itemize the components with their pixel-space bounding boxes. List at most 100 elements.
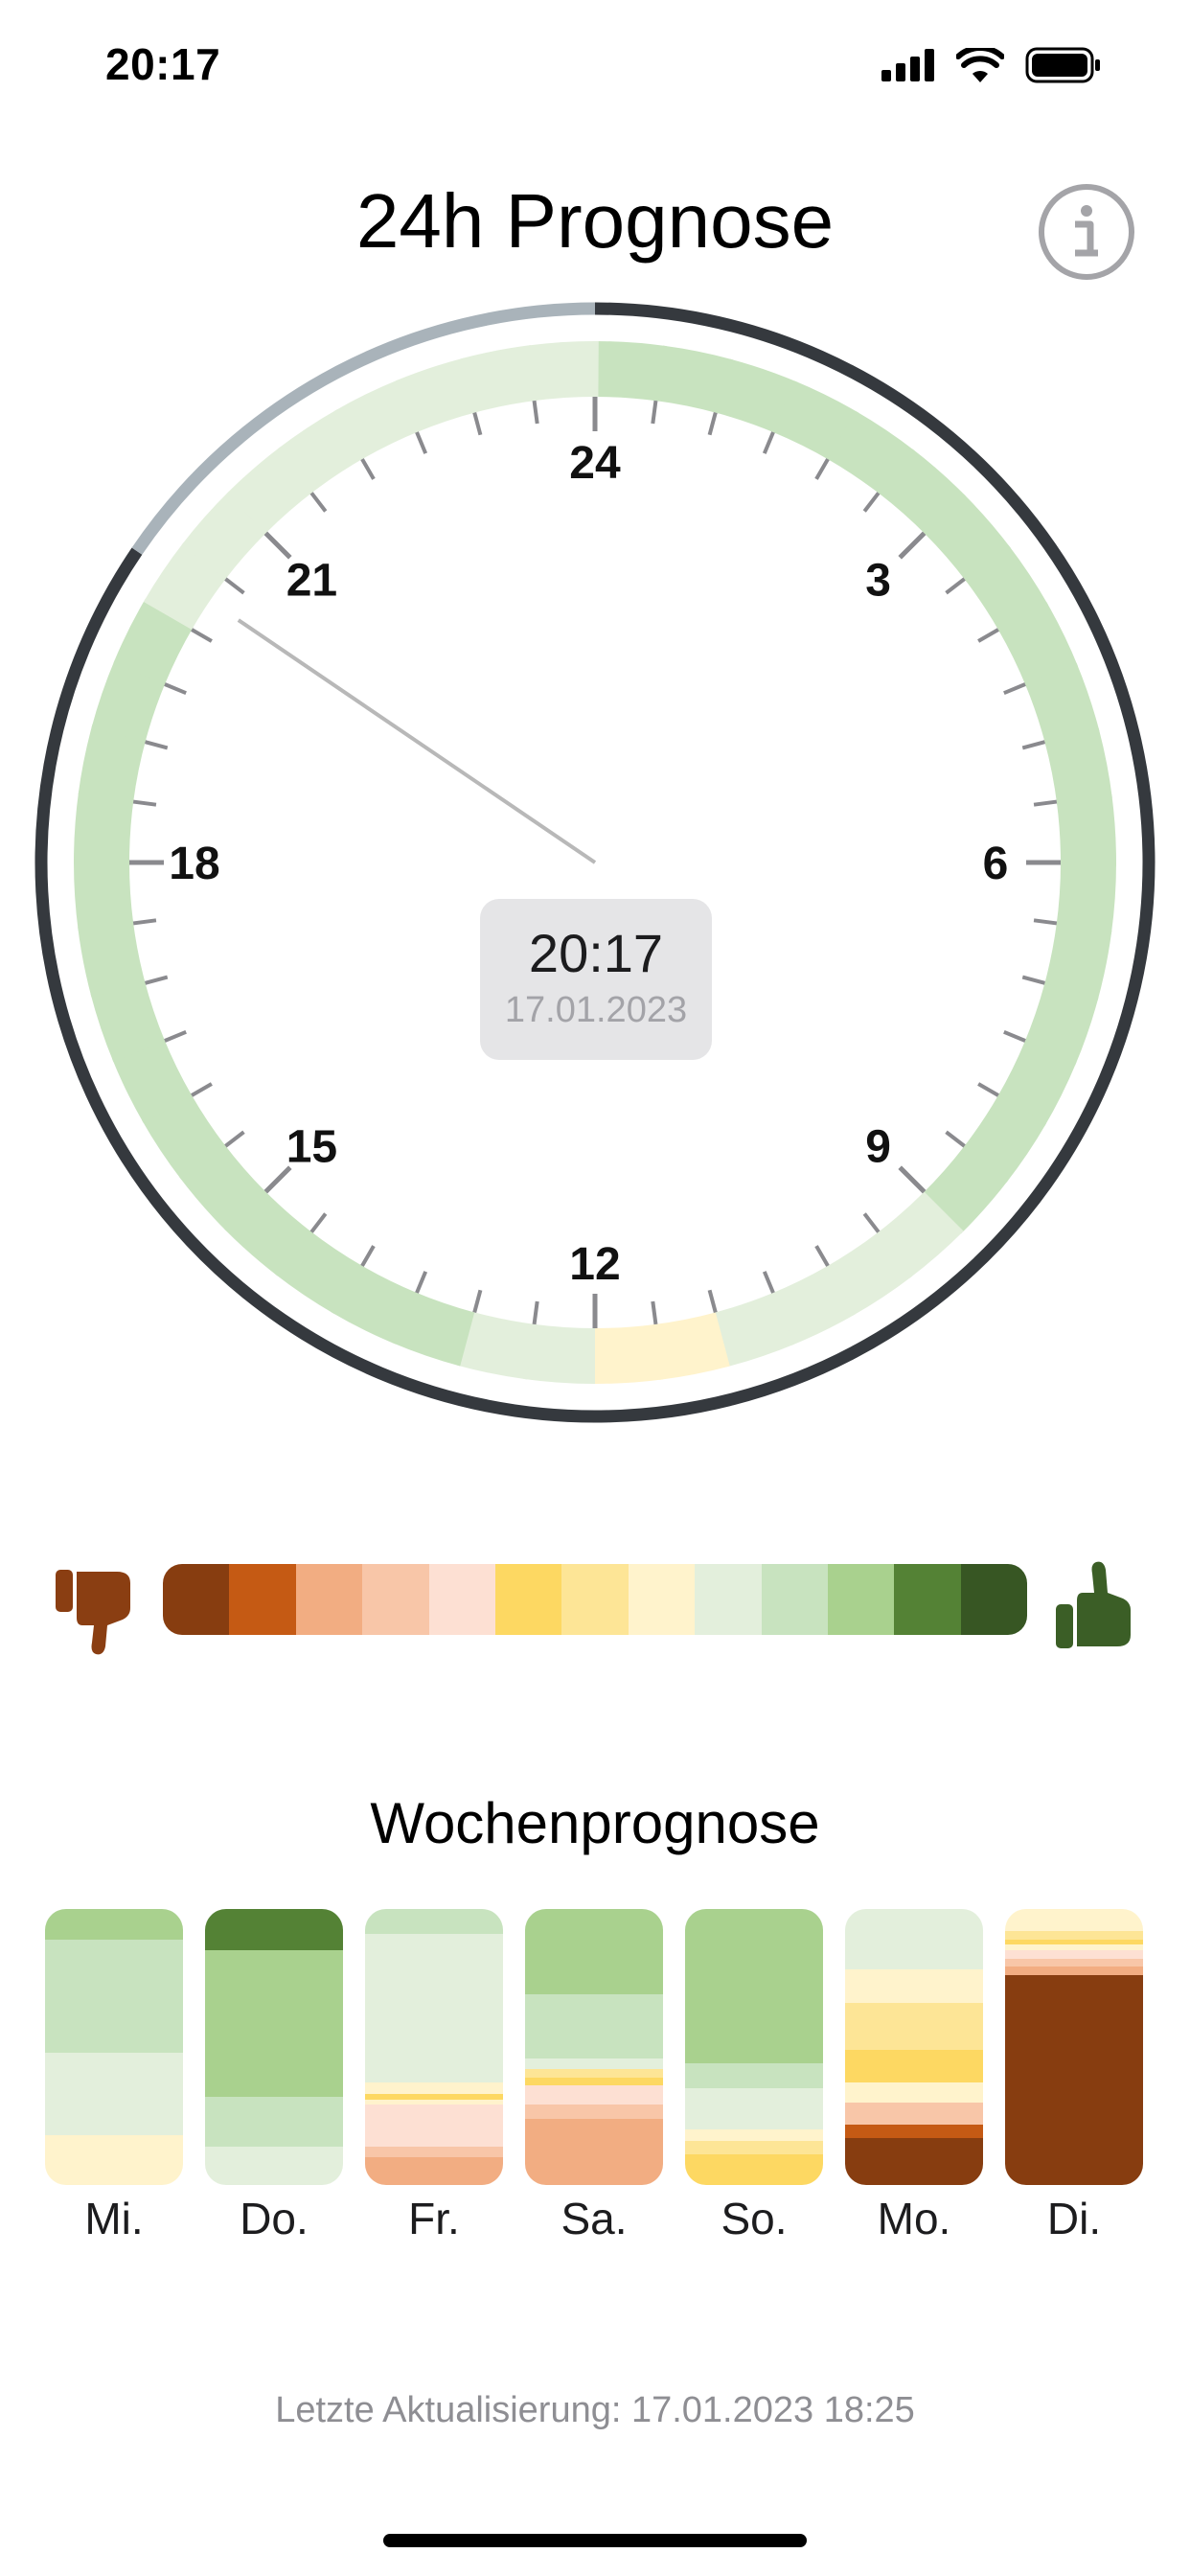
day-forecast[interactable]: Mo. — [845, 1909, 983, 2244]
day-forecast-segment — [1005, 1966, 1143, 1976]
hour-label: 21 — [286, 555, 337, 606]
minor-tick — [145, 740, 169, 750]
ring-segment — [1056, 794, 1116, 866]
major-tick — [898, 1165, 927, 1194]
minor-tick — [532, 400, 539, 425]
scale-segment — [960, 1564, 1027, 1635]
rating-scale-bar — [163, 1564, 1027, 1635]
day-forecast-segment — [1005, 1975, 1143, 2185]
minor-tick — [164, 1029, 187, 1043]
hour-label: 18 — [169, 839, 219, 889]
minor-tick — [977, 1082, 999, 1097]
day-forecast-segment — [365, 2104, 503, 2147]
day-forecast-segment — [845, 2049, 983, 2083]
scale-segment — [229, 1564, 296, 1635]
cellular-signal-icon — [881, 49, 934, 81]
minor-tick — [224, 1130, 245, 1148]
clock-hour-labels: 24 3 6 9 12 15 18 21 — [169, 438, 1008, 1290]
minor-tick — [360, 458, 376, 480]
battery-icon — [1025, 47, 1100, 83]
scale-segment — [494, 1564, 562, 1635]
forecast-clock: 24 3 6 9 12 15 18 21 — [34, 302, 1156, 1423]
home-indicator — [383, 2534, 807, 2547]
hour-label: 24 — [569, 438, 621, 489]
day-forecast-segment — [365, 1909, 503, 1934]
minor-tick — [977, 628, 999, 643]
status-bar: 20:17 — [0, 0, 1190, 134]
day-forecast-segment — [205, 1950, 343, 2097]
major-tick — [898, 531, 927, 560]
minor-tick — [164, 682, 187, 696]
day-forecast[interactable]: Fr. — [365, 1909, 503, 2244]
scale-segment — [827, 1564, 895, 1635]
hour-label: 9 — [865, 1122, 891, 1173]
minor-tick — [762, 1271, 775, 1294]
minor-tick — [1003, 1029, 1026, 1043]
ring-segment — [591, 1323, 664, 1384]
day-forecast-segment — [365, 2082, 503, 2094]
week-forecast-title: Wochenprognose — [370, 1791, 820, 1855]
minor-tick — [415, 431, 428, 454]
day-forecast-segment — [45, 2052, 183, 2136]
day-forecast-bar — [845, 1909, 983, 2185]
minor-tick — [862, 492, 881, 513]
day-forecast-segment — [365, 2146, 503, 2158]
day-forecast-segment — [525, 2069, 663, 2078]
minor-tick — [309, 492, 328, 513]
info-icon[interactable] — [1037, 182, 1136, 282]
day-forecast-segment — [525, 2077, 663, 2086]
scale-segment — [428, 1564, 495, 1635]
day-forecast-segment — [1005, 1931, 1143, 1940]
hour-label: 3 — [865, 555, 891, 606]
day-label: Mi. — [84, 2194, 144, 2243]
minor-tick — [762, 431, 775, 454]
day-forecast-segment — [205, 2146, 343, 2185]
scale-segment — [628, 1564, 696, 1635]
day-forecast-segment — [1005, 1950, 1143, 1959]
day-forecast-segment — [685, 1909, 823, 2064]
minor-tick — [191, 628, 213, 643]
thumbs-down-icon — [56, 1570, 130, 1655]
thumbs-up-icon — [1056, 1561, 1131, 1648]
day-forecast[interactable]: Mi. — [45, 1909, 183, 2244]
day-forecast-segment — [45, 1939, 183, 2053]
day-forecast[interactable]: Di. — [1005, 1909, 1143, 2244]
current-time-box: 20:17 17.01.2023 — [480, 899, 712, 1060]
minor-tick — [415, 1271, 428, 1294]
day-forecast-segment — [45, 1909, 183, 1940]
rating-scale — [0, 1552, 1190, 1658]
day-forecast-segment — [685, 2063, 823, 2089]
minor-tick — [707, 412, 718, 436]
day-forecast-segment — [845, 1969, 983, 2003]
hour-label: 15 — [286, 1122, 337, 1173]
day-label: Sa. — [561, 2194, 628, 2243]
day-forecast[interactable]: Sa. — [525, 1909, 663, 2244]
day-forecast-bar — [45, 1909, 183, 2185]
day-label: Do. — [240, 2194, 309, 2243]
day-forecast[interactable]: Do. — [205, 1909, 343, 2244]
minor-tick — [707, 1289, 718, 1313]
minor-tick — [814, 1245, 830, 1267]
day-forecast-segment — [525, 2118, 663, 2185]
ring-segment — [74, 791, 134, 862]
minor-tick — [145, 975, 169, 985]
day-forecast-segment — [525, 1994, 663, 2058]
wifi-icon — [956, 48, 1004, 82]
scale-segment — [362, 1564, 429, 1635]
minor-tick — [472, 412, 483, 436]
day-forecast[interactable]: So. — [685, 1909, 823, 2244]
day-forecast-segment — [845, 2102, 983, 2125]
day-forecast-segment — [45, 2135, 183, 2185]
minor-tick — [862, 1212, 881, 1233]
minor-tick — [1021, 740, 1045, 750]
minor-tick — [1003, 682, 1026, 696]
minor-tick — [1021, 975, 1045, 985]
ring-segment — [523, 1323, 595, 1384]
week-forecast: Mi. Do. Fr. Sa. So. Mo. Di. — [45, 1909, 1145, 2254]
day-label: Fr. — [408, 2194, 460, 2243]
minor-tick — [472, 1289, 483, 1313]
minor-tick — [1033, 799, 1058, 807]
scale-segment — [163, 1564, 230, 1635]
current-time: 20:17 — [528, 923, 664, 983]
minor-tick — [360, 1245, 376, 1267]
